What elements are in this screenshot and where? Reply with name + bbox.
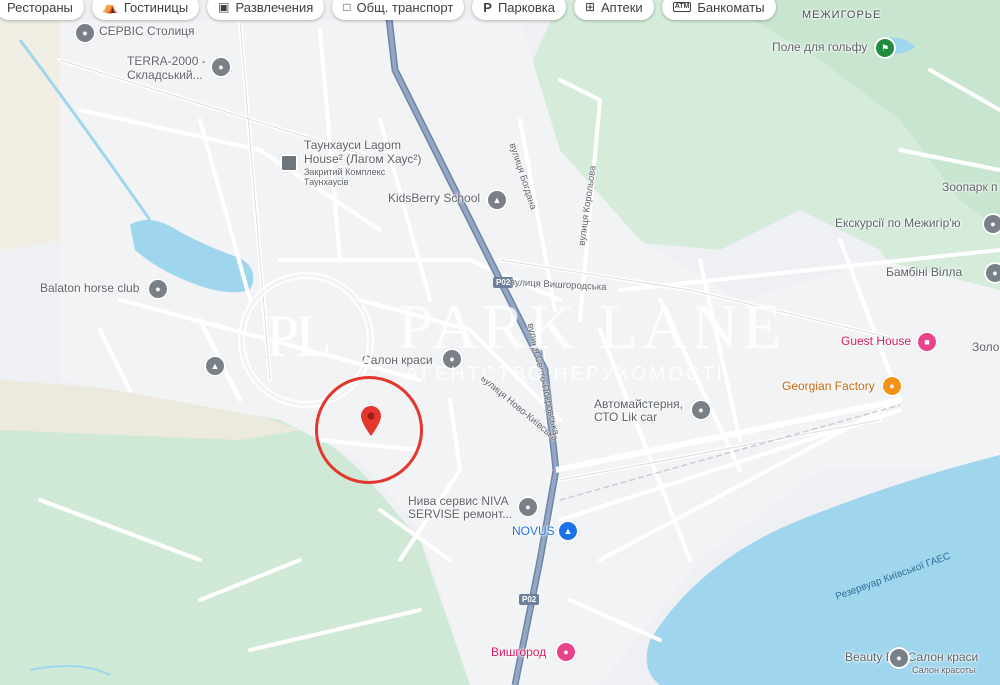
poi-townhouse-sub-line2: Таунхаусів [304, 177, 349, 187]
poi-servis-stolytsia-icon[interactable]: ● [74, 22, 96, 44]
poi-balaton-label[interactable]: Balaton horse club [40, 281, 139, 295]
poi-niva-label-line2[interactable]: SERVISE ремонт... [408, 507, 512, 521]
chip-hotels-label: Гостиницы [123, 0, 189, 15]
poi-beauty-bar-label[interactable]: Beauty Bar Салон краси [845, 650, 978, 664]
poi-excursions-label[interactable]: Екскурсії по Межигір'ю [835, 216, 961, 230]
poi-townhouse-label-line1[interactable]: Таунхауси Lagom [304, 138, 401, 152]
poi-georgian-label[interactable]: Georgian Factory [782, 379, 875, 393]
filter-chips-bar: Рестораны ⛺ Гостиницы ▣ Развлечения □ Об… [0, 0, 776, 20]
shopping-cart-icon[interactable]: ▲ [557, 520, 579, 542]
chip-atms[interactable]: ATM Банкоматы [661, 0, 776, 20]
poi-vyshhorod-icon[interactable]: ● [555, 641, 577, 663]
poi-salon-krasoty-label: Салон красоты [912, 665, 976, 675]
poi-terra-label-line1[interactable]: TERRA-2000 - [127, 54, 206, 68]
parking-icon: P [483, 0, 492, 15]
poi-salon-krasy-label[interactable]: Салон краси [362, 353, 433, 367]
chip-parking[interactable]: P Парковка [472, 0, 566, 20]
poi-vyshhorod-label[interactable]: Вишгород [491, 645, 546, 659]
chip-hotels[interactable]: ⛺ Гостиницы [91, 0, 200, 20]
chip-atms-label: Банкоматы [697, 0, 765, 15]
poi-townhouse-icon[interactable] [280, 154, 298, 172]
chip-restaurants[interactable]: Рестораны [0, 0, 84, 20]
chip-transit[interactable]: □ Общ. транспорт [332, 0, 465, 20]
poi-zolo-label[interactable]: Золо [972, 340, 999, 354]
road-shield-p02-south: P02 [519, 594, 540, 605]
poi-terra-label-line2[interactable]: Складський... [127, 68, 203, 82]
chip-transit-label: Общ. транспорт [356, 0, 454, 15]
golf-icon[interactable]: ⚑ [874, 37, 896, 59]
poi-avto-label-line2[interactable]: СТО Lik car [594, 410, 657, 424]
poi-niva-icon[interactable]: ● [517, 496, 539, 518]
poi-avto-label-line1[interactable]: Автомайстерня, [594, 397, 683, 411]
poi-bambini-label[interactable]: Бамбіні Вілла [886, 265, 962, 279]
poi-townhouse-label-line2[interactable]: House² (Лагом Хаус²) [304, 152, 421, 166]
camera-icon: ▣ [218, 0, 230, 14]
chip-restaurants-label: Рестораны [7, 0, 73, 15]
poi-servis-stolytsia-label[interactable]: СЕРВІС Столиця [99, 24, 195, 38]
chip-entertainment[interactable]: ▣ Развлечения [207, 0, 325, 20]
poi-salon-krasy-icon[interactable]: ● [441, 348, 463, 370]
poi-golf-label[interactable]: Поле для гольфу [772, 40, 867, 54]
chip-parking-label: Парковка [497, 0, 555, 15]
poi-niva-label-line1[interactable]: Нива сервис NIVA [408, 494, 509, 508]
poi-balaton-icon[interactable]: ● [147, 278, 169, 300]
poi-bambini-icon[interactable]: ● [984, 262, 1000, 284]
chip-pharmacies-label: Аптеки [601, 0, 643, 15]
area-label-mezhyhirya: МЕЖИГОРЬЕ [802, 9, 882, 21]
restaurant-icon[interactable]: ● [881, 375, 903, 397]
pharmacy-icon: ⊞ [584, 0, 595, 14]
chip-entertainment-label: Развлечения [235, 0, 314, 15]
poi-kidsberry-label[interactable]: KidsBerry School [388, 191, 480, 205]
atm-icon: ATM [672, 2, 692, 12]
poi-zoo-label[interactable]: Зоопарк п [942, 180, 998, 194]
poi-beauty-bar-icon[interactable]: ● [888, 647, 910, 669]
poi-terra-icon[interactable]: ● [210, 56, 232, 78]
poi-townhouse-sub-line1: Закритий Комплекс [304, 167, 386, 177]
location-pin-icon[interactable] [361, 406, 381, 438]
poi-excursions-icon[interactable]: ● [982, 213, 1000, 235]
bus-icon: □ [343, 0, 351, 14]
poi-guest-house-label[interactable]: Guest House [841, 334, 911, 348]
poi-avto-icon[interactable]: ● [690, 399, 712, 421]
hotel-icon[interactable]: ■ [916, 331, 938, 353]
bed-icon: ⛺ [102, 0, 118, 14]
chip-pharmacies[interactable]: ⊞ Аптеки [573, 0, 654, 20]
school-icon[interactable]: ▲ [204, 355, 226, 377]
poi-novus-label[interactable]: NOVUS [512, 524, 555, 538]
poi-kidsberry-icon[interactable]: ▲ [486, 189, 508, 211]
